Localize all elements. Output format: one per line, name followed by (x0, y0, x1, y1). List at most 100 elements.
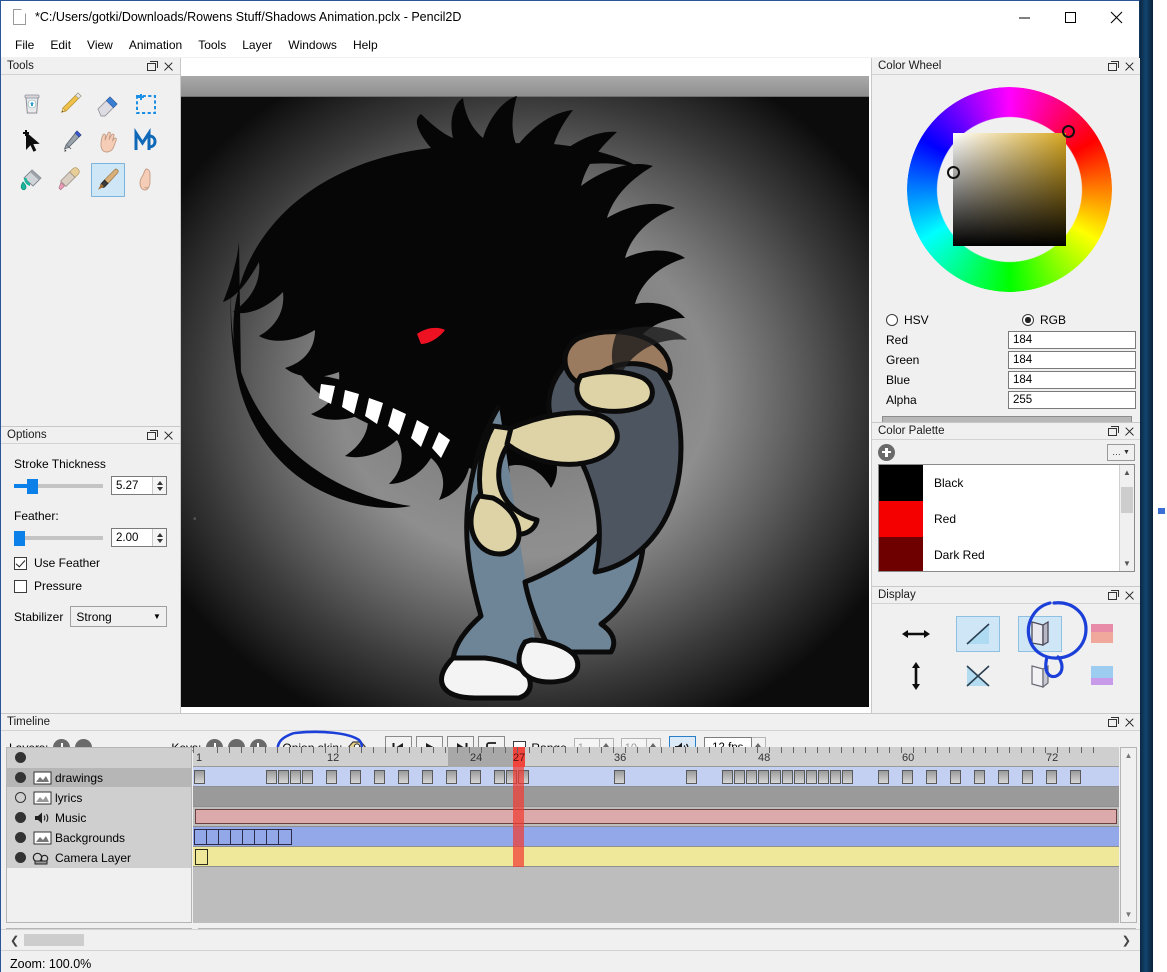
keyframe[interactable] (278, 829, 292, 845)
keyframe[interactable] (195, 849, 208, 865)
options-close-icon[interactable] (163, 430, 174, 441)
keyframe[interactable] (278, 770, 289, 784)
menu-windows[interactable]: Windows (280, 35, 345, 55)
palette-list[interactable]: Black Red Dark Red ▲ (878, 464, 1135, 572)
stabilizer-select[interactable]: Strong ▼ (70, 606, 167, 627)
clear-tool[interactable] (15, 87, 49, 121)
layer-row-drawings[interactable]: drawings (7, 768, 191, 788)
hue-marker[interactable] (1062, 125, 1075, 138)
keyframe[interactable] (1046, 770, 1057, 784)
hand-tool[interactable] (91, 125, 125, 159)
timeline-vertical-scrollbar[interactable]: ▲ ▼ (1120, 747, 1137, 923)
keyframe[interactable] (290, 770, 301, 784)
feather-input[interactable]: 2.00 (111, 528, 167, 547)
timeline-close-icon[interactable] (1124, 717, 1135, 728)
keyframe[interactable] (302, 770, 313, 784)
keyframe[interactable] (830, 770, 841, 784)
use-feather-row[interactable]: Use Feather (14, 556, 167, 570)
tools-float-icon[interactable] (147, 61, 158, 72)
keyframe[interactable] (422, 770, 433, 784)
track-row-lyrics[interactable] (193, 787, 1119, 807)
track-row-backgrounds[interactable] (193, 827, 1119, 847)
scroll-right-icon[interactable]: ❯ (1122, 934, 1131, 947)
scroll-down-icon[interactable]: ▼ (1121, 907, 1136, 922)
color-wheel-close-icon[interactable] (1124, 61, 1135, 72)
color-wheel-widget[interactable] (872, 75, 1141, 310)
keyframe[interactable] (446, 770, 457, 784)
feather-stepper[interactable] (152, 529, 166, 546)
saturation-value-square[interactable] (953, 133, 1066, 246)
layer-row-backgrounds[interactable]: Backgrounds (7, 828, 191, 848)
palette-item[interactable]: Dark Red (879, 537, 1119, 572)
keyframe[interactable] (818, 770, 829, 784)
close-button[interactable] (1093, 1, 1139, 33)
palette-item[interactable]: Red (879, 501, 1119, 537)
palette-item[interactable]: Black (879, 465, 1119, 501)
keyframe[interactable] (494, 770, 505, 784)
keyframe[interactable] (758, 770, 769, 784)
rgb-mode-row[interactable]: RGB (1008, 310, 1066, 330)
timeline-ruler[interactable]: 1 12 24 27 36 48 60 72 (193, 747, 1119, 767)
menu-animation[interactable]: Animation (121, 35, 190, 55)
pressure-row[interactable]: Pressure (14, 579, 167, 593)
color-swatch[interactable] (879, 501, 923, 537)
keyframe[interactable] (350, 770, 361, 784)
palette-scrollbar[interactable]: ▲ ▼ (1119, 465, 1134, 571)
visibility-toggle[interactable] (15, 812, 26, 823)
track-row-camera[interactable] (193, 847, 1119, 867)
keyframe[interactable] (722, 770, 733, 784)
sound-clip[interactable] (195, 809, 1117, 824)
tools-close-icon[interactable] (163, 61, 174, 72)
minimize-button[interactable] (1001, 1, 1047, 33)
scroll-thumb[interactable] (24, 934, 84, 946)
scroll-up-icon[interactable]: ▲ (1121, 748, 1136, 763)
color-wheel-float-icon[interactable] (1108, 61, 1119, 72)
palette-close-icon[interactable] (1124, 426, 1135, 437)
layer-row-lyrics[interactable]: lyrics (7, 788, 191, 808)
alpha-input[interactable]: 255 (1008, 391, 1136, 409)
track-area[interactable]: 1 12 24 27 36 48 60 72 (193, 747, 1119, 923)
flip-horizontal-button[interactable] (894, 616, 938, 652)
pen-tool[interactable] (53, 125, 87, 159)
keyframe[interactable] (950, 770, 961, 784)
keyframe[interactable] (734, 770, 745, 784)
green-input[interactable]: 184 (1008, 351, 1136, 369)
keyframe[interactable] (746, 770, 757, 784)
stroke-thickness-stepper[interactable] (152, 477, 166, 494)
feather-slider[interactable] (14, 529, 103, 547)
menu-help[interactable]: Help (345, 35, 386, 55)
keyframe[interactable] (794, 770, 805, 784)
display-float-icon[interactable] (1108, 590, 1119, 601)
onion-skin-next-button[interactable] (1018, 658, 1062, 694)
menu-file[interactable]: File (7, 35, 42, 55)
select-tool[interactable] (129, 87, 163, 121)
keyframe[interactable] (806, 770, 817, 784)
keyframe[interactable] (266, 770, 277, 784)
track-row-drawings[interactable] (193, 767, 1119, 787)
layer-row-music[interactable]: Music (7, 808, 191, 828)
hsv-mode-row[interactable]: HSV (872, 310, 1008, 330)
red-input[interactable]: 184 (1008, 331, 1136, 349)
smudge-tool[interactable] (129, 163, 163, 197)
bucket-tool[interactable] (15, 163, 49, 197)
keyframe[interactable] (374, 770, 385, 784)
onion-skin-color-prev-button[interactable] (1080, 616, 1124, 652)
hsv-radio[interactable] (886, 314, 898, 326)
flip-vertical-button[interactable] (894, 658, 938, 694)
layer-row-camera[interactable]: Camera Layer (7, 848, 191, 868)
menu-layer[interactable]: Layer (234, 35, 280, 55)
brush-tool[interactable] (91, 163, 125, 197)
menu-edit[interactable]: Edit (42, 35, 79, 55)
sv-marker[interactable] (947, 166, 960, 179)
keyframe[interactable] (470, 770, 481, 784)
drawing-canvas[interactable]: • (181, 76, 869, 707)
visibility-toggle[interactable] (15, 792, 26, 803)
blue-input[interactable]: 184 (1008, 371, 1136, 389)
show-grid-button[interactable] (956, 616, 1000, 652)
scroll-down-icon[interactable]: ▼ (1120, 556, 1134, 571)
keyframe[interactable] (974, 770, 985, 784)
keyframe[interactable] (1070, 770, 1081, 784)
keyframe[interactable] (926, 770, 937, 784)
scroll-left-icon[interactable]: ❮ (10, 934, 19, 947)
options-float-icon[interactable] (147, 430, 158, 441)
